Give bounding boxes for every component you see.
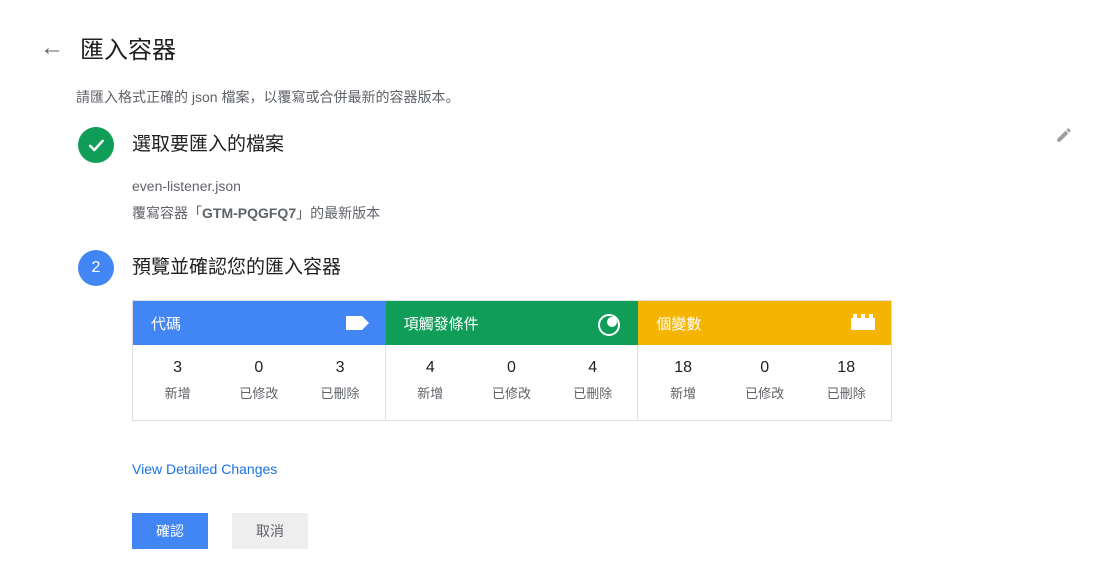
- confirm-button[interactable]: 確認: [132, 513, 208, 549]
- step2-title: 預覽並確認您的匯入容器: [132, 250, 341, 286]
- vars-added-label: 新增: [653, 383, 713, 402]
- summary-variables-panel: 個變數 18 新增 0 已修改 18 已刪除: [638, 301, 891, 420]
- cancel-button[interactable]: 取消: [232, 513, 308, 549]
- triggers-modified-count: 0: [482, 359, 542, 377]
- step1-title: 選取要匯入的檔案: [132, 127, 284, 163]
- tags-added-label: 新增: [148, 383, 208, 402]
- tags-added-count: 3: [148, 359, 208, 377]
- trigger-icon: [598, 314, 620, 332]
- summary-triggers-panel: 項觸發條件 4 新增 0 已修改 4 已刪除: [386, 301, 639, 420]
- triggers-header-label: 項觸發條件: [404, 313, 479, 334]
- page-subtitle: 請匯入格式正確的 json 檔案，以覆寫或合併最新的容器版本。: [0, 75, 1109, 127]
- vars-added-count: 18: [653, 359, 713, 377]
- tags-header-label: 代碼: [151, 313, 181, 334]
- tags-modified-count: 0: [229, 359, 289, 377]
- triggers-deleted-label: 已刪除: [563, 383, 623, 402]
- triggers-added-label: 新增: [400, 383, 460, 402]
- tags-modified-label: 已修改: [229, 383, 289, 402]
- container-id: GTM-PQGFQ7: [202, 205, 296, 221]
- tags-deleted-count: 3: [310, 359, 370, 377]
- vars-modified-count: 0: [735, 359, 795, 377]
- tag-icon: [346, 314, 368, 332]
- triggers-deleted-count: 4: [563, 359, 623, 377]
- triggers-added-count: 4: [400, 359, 460, 377]
- vars-modified-label: 已修改: [735, 383, 795, 402]
- triggers-modified-label: 已修改: [482, 383, 542, 402]
- variable-icon: [851, 314, 873, 332]
- import-summary: 代碼 3 新增 0 已修改 3 已刪除 項觸發條件 4 新增 0 已修改: [132, 300, 892, 421]
- vars-deleted-count: 18: [816, 359, 876, 377]
- tags-deleted-label: 已刪除: [310, 383, 370, 402]
- summary-tags-panel: 代碼 3 新增 0 已修改 3 已刪除: [133, 301, 386, 420]
- step1-description: 覆寫容器「GTM-PQGFQ7」的最新版本: [132, 200, 1069, 227]
- step1-done-icon: [78, 127, 114, 163]
- page-title: 匯入容器: [80, 30, 176, 65]
- step1-filename: even-listener.json: [132, 173, 1069, 200]
- step2-number-badge: 2: [78, 250, 114, 286]
- view-detailed-changes-link[interactable]: View Detailed Changes: [132, 461, 1109, 477]
- vars-deleted-label: 已刪除: [816, 383, 876, 402]
- variables-header-label: 個變數: [656, 313, 701, 334]
- back-arrow-icon[interactable]: ←: [40, 34, 64, 62]
